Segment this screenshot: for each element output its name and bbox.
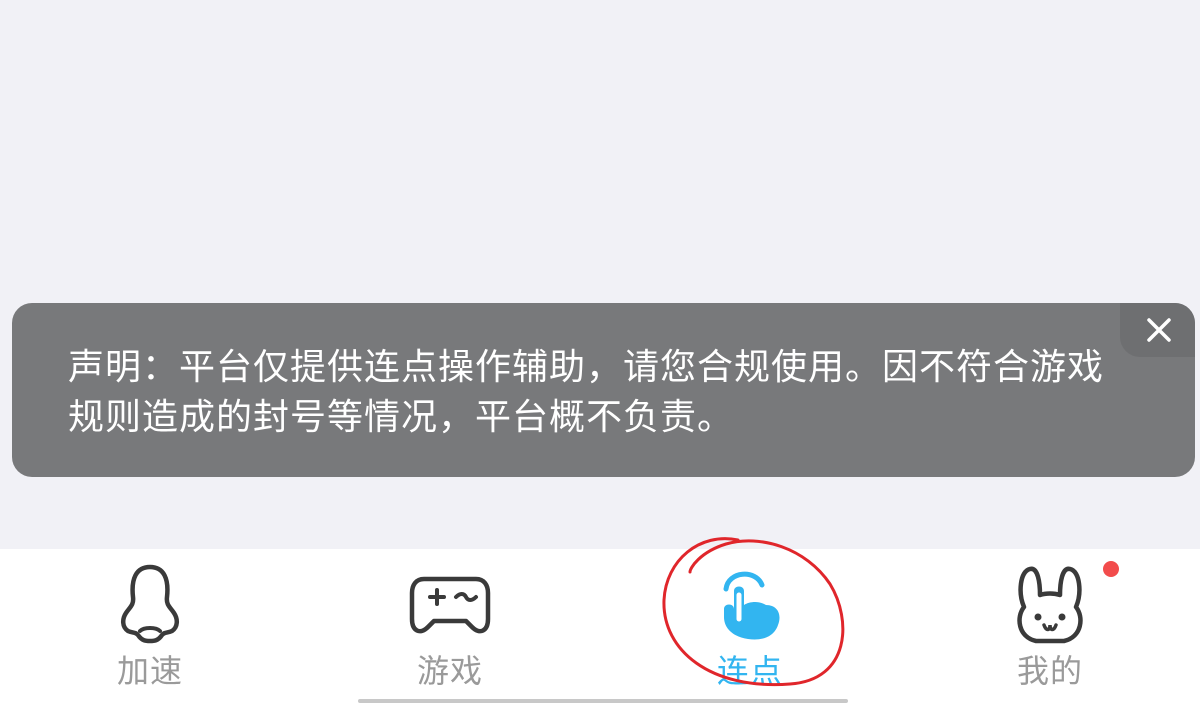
tab-accelerate[interactable]: 加速 <box>0 549 300 703</box>
tap-hand-icon <box>723 571 780 640</box>
tab-label: 游戏 <box>416 652 483 690</box>
tab-label: 我的 <box>1016 652 1083 690</box>
tab-games[interactable]: 游戏 <box>300 549 600 703</box>
bottom-tab-bar: 加速 游戏 连点 我的 <box>0 549 1200 703</box>
tab-mine[interactable]: 我的 <box>900 549 1200 703</box>
bunny-icon <box>1017 566 1083 644</box>
close-icon <box>1147 318 1171 342</box>
tab-label: 加速 <box>116 652 183 690</box>
nose-icon <box>121 564 179 644</box>
notification-badge <box>1103 561 1119 577</box>
gamepad-icon <box>409 576 491 634</box>
tab-autoclick[interactable]: 连点 <box>600 549 900 703</box>
home-indicator <box>358 699 848 703</box>
tab-label: 连点 <box>716 652 783 690</box>
disclaimer-text: 声明：平台仅提供连点操作辅助，请您合规使用。因不符合游戏规则造成的封号等情况，平… <box>68 347 1105 438</box>
close-button[interactable] <box>1120 303 1195 357</box>
disclaimer-banner: 声明：平台仅提供连点操作辅助，请您合规使用。因不符合游戏规则造成的封号等情况，平… <box>12 303 1195 477</box>
